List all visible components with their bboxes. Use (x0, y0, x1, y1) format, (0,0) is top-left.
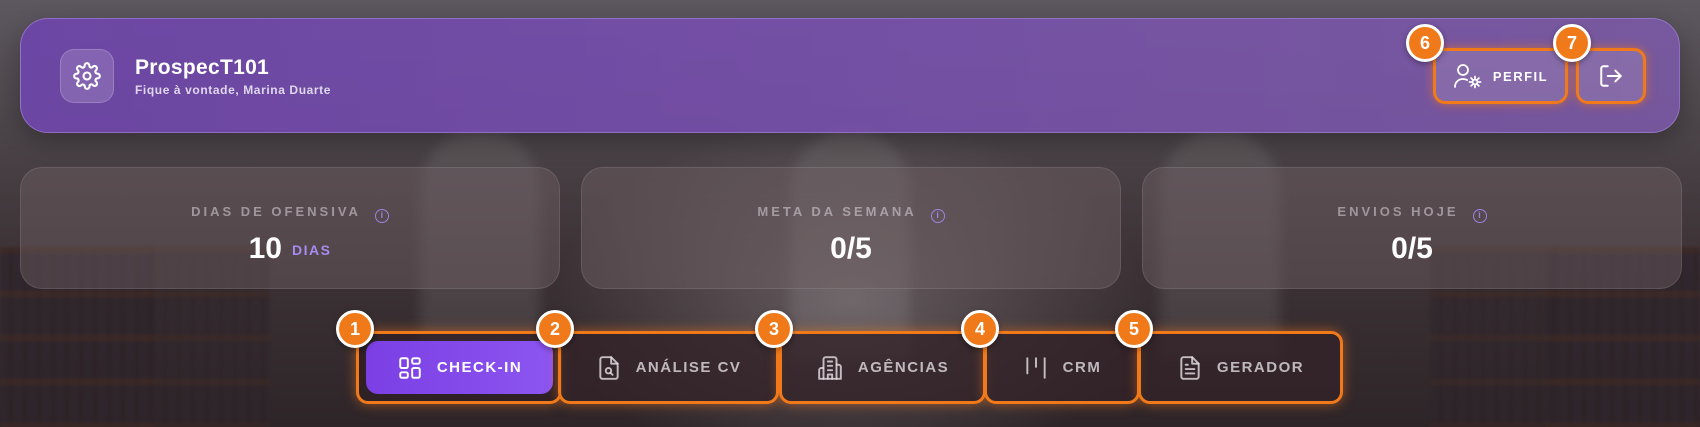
tab-analise-cv[interactable]: ANÁLISE CV (558, 331, 779, 404)
logo-button (60, 49, 114, 103)
stat-unit: DIAS (291, 242, 332, 258)
building-icon (818, 355, 842, 380)
tab-label: AGÊNCIAS (857, 359, 950, 376)
stat-label: ENVIOS HOJE (1337, 204, 1459, 219)
tab-label: GERADOR (1216, 359, 1305, 376)
badge-1: 1 (336, 310, 374, 348)
file-search-icon (598, 355, 619, 380)
gear-icon (73, 62, 101, 90)
tab-crm[interactable]: CRM (984, 331, 1140, 404)
badge-6: 6 (1406, 24, 1444, 62)
tab-gerador[interactable]: GERADOR (1138, 331, 1343, 404)
tab-label: CHECK-IN (436, 359, 523, 376)
tab-label: ANÁLISE CV (635, 359, 742, 376)
badge-5: 5 (1115, 310, 1153, 348)
badge-3: 3 (755, 310, 793, 348)
badge-2: 2 (536, 310, 574, 348)
info-icon[interactable]: i (1472, 209, 1487, 223)
kanban-columns-icon (1026, 356, 1046, 379)
document-text-icon (1180, 355, 1200, 380)
user-settings-icon (1453, 64, 1482, 89)
tab-agencias[interactable]: AGÊNCIAS (779, 331, 986, 404)
stat-value: 0/5 (830, 232, 872, 265)
dashboard-grid-icon (399, 356, 421, 379)
info-icon[interactable]: i (930, 209, 945, 223)
welcome-subtitle: Fique à vontade, Marina Duarte (135, 83, 332, 97)
tab-label: CRM (1062, 359, 1102, 376)
profile-button-label: PERFIL (1492, 68, 1549, 84)
badge-7: 7 (1553, 24, 1591, 62)
profile-button[interactable]: PERFIL (1433, 48, 1568, 104)
stat-card-sends-today: ENVIOS HOJE i 0/5 (1142, 167, 1682, 289)
tab-check-in[interactable]: CHECK-IN (356, 331, 562, 404)
stat-card-streak: DIAS DE OFENSIVA i 10 DIAS (20, 167, 560, 289)
app-title: ProspecT101 (135, 56, 270, 79)
stat-label: DIAS DE OFENSIVA (191, 204, 361, 219)
stat-label: META DA SEMANA (757, 204, 917, 219)
stat-value: 10 (248, 232, 282, 265)
stat-value: 0/5 (1391, 232, 1433, 265)
logout-button[interactable] (1576, 48, 1646, 104)
logout-icon (1600, 65, 1622, 87)
stat-card-weekly-goal: META DA SEMANA i 0/5 (581, 167, 1121, 289)
badge-4: 4 (961, 310, 999, 348)
info-icon[interactable]: i (374, 209, 389, 223)
